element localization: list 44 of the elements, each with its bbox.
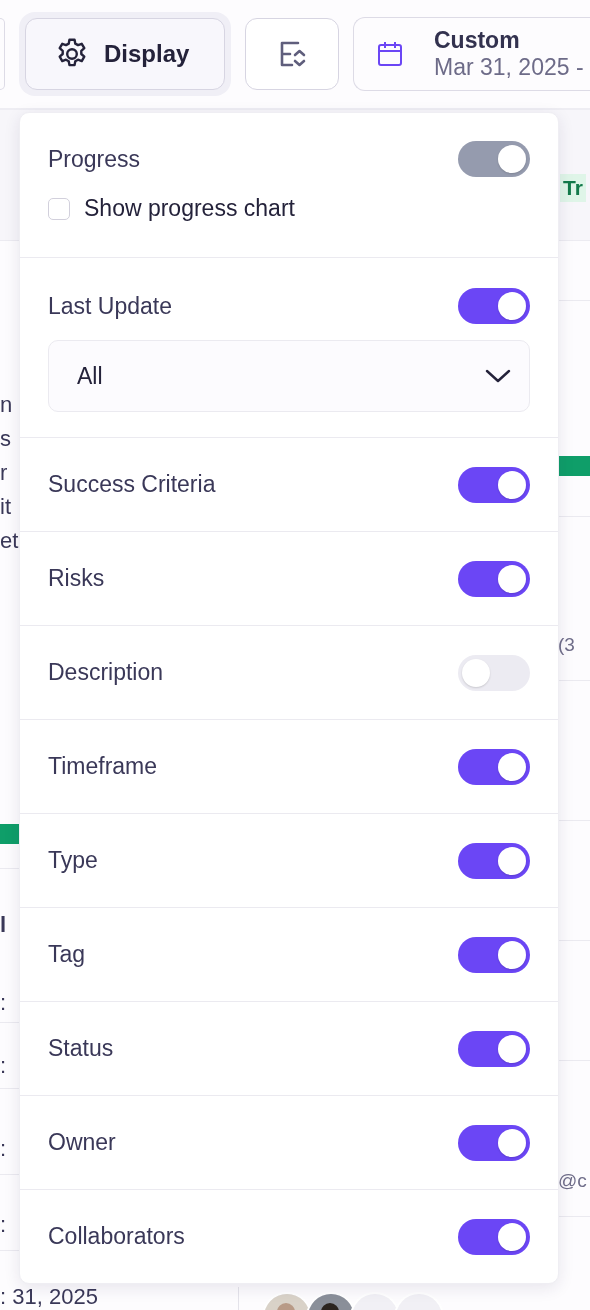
toggle-switch[interactable]: [458, 288, 530, 324]
text-fragment: it: [0, 494, 11, 520]
tag: Tr: [560, 174, 586, 202]
toggle-switch[interactable]: [458, 466, 530, 503]
setting-label: Timeframe: [48, 753, 158, 780]
view-toggle-button[interactable]: [245, 18, 339, 90]
setting-label: Description: [48, 659, 164, 686]
text-fragment: :: [0, 990, 7, 1016]
text-fragment: l: [0, 912, 7, 938]
setting-label: Tag: [48, 941, 86, 968]
calendar-icon: [376, 40, 404, 68]
checkbox-label: Show progress chart: [84, 195, 295, 222]
setting-label: Type: [48, 847, 98, 874]
chevron-down-icon: [485, 368, 511, 384]
setting-label: Risks: [48, 565, 105, 592]
toggle-switch[interactable]: [458, 748, 530, 785]
text-fragment: : 31, 2025: [0, 1284, 98, 1310]
toggle-switch[interactable]: [458, 842, 530, 879]
setting-label: Success Criteria: [48, 471, 216, 498]
text-fragment: :: [0, 1053, 7, 1079]
setting-label: Progress: [48, 145, 141, 173]
toggle-switch[interactable]: [458, 654, 530, 691]
display-button[interactable]: Display: [25, 18, 225, 90]
text-fragment: :: [0, 1212, 7, 1238]
text-fragment: (3: [558, 633, 575, 657]
text-fragment: n: [0, 392, 13, 418]
text-fragment: :: [0, 1136, 7, 1162]
toggle-switch[interactable]: [458, 936, 530, 973]
date-range: Mar 31, 2025 -: [434, 54, 584, 81]
select-field[interactable]: All: [48, 340, 530, 412]
text-fragment: s: [0, 426, 11, 452]
toggle-switch[interactable]: [458, 1030, 530, 1067]
date-range-button[interactable]: Custom Mar 31, 2025 -: [353, 17, 590, 91]
toggle-switch[interactable]: [458, 1218, 530, 1255]
setting-label: Collaborators: [48, 1223, 185, 1250]
text-fragment: et: [0, 528, 19, 554]
toggle-switch[interactable]: [458, 560, 530, 597]
text-fragment: @c: [558, 1169, 587, 1193]
setting-label: Last Update: [48, 292, 173, 320]
setting-label: Status: [48, 1035, 114, 1062]
toggle-switch[interactable]: [458, 1124, 530, 1161]
date-preset: Custom: [434, 27, 521, 54]
text-fragment: r: [0, 460, 8, 486]
setting-label: Owner: [48, 1129, 116, 1156]
